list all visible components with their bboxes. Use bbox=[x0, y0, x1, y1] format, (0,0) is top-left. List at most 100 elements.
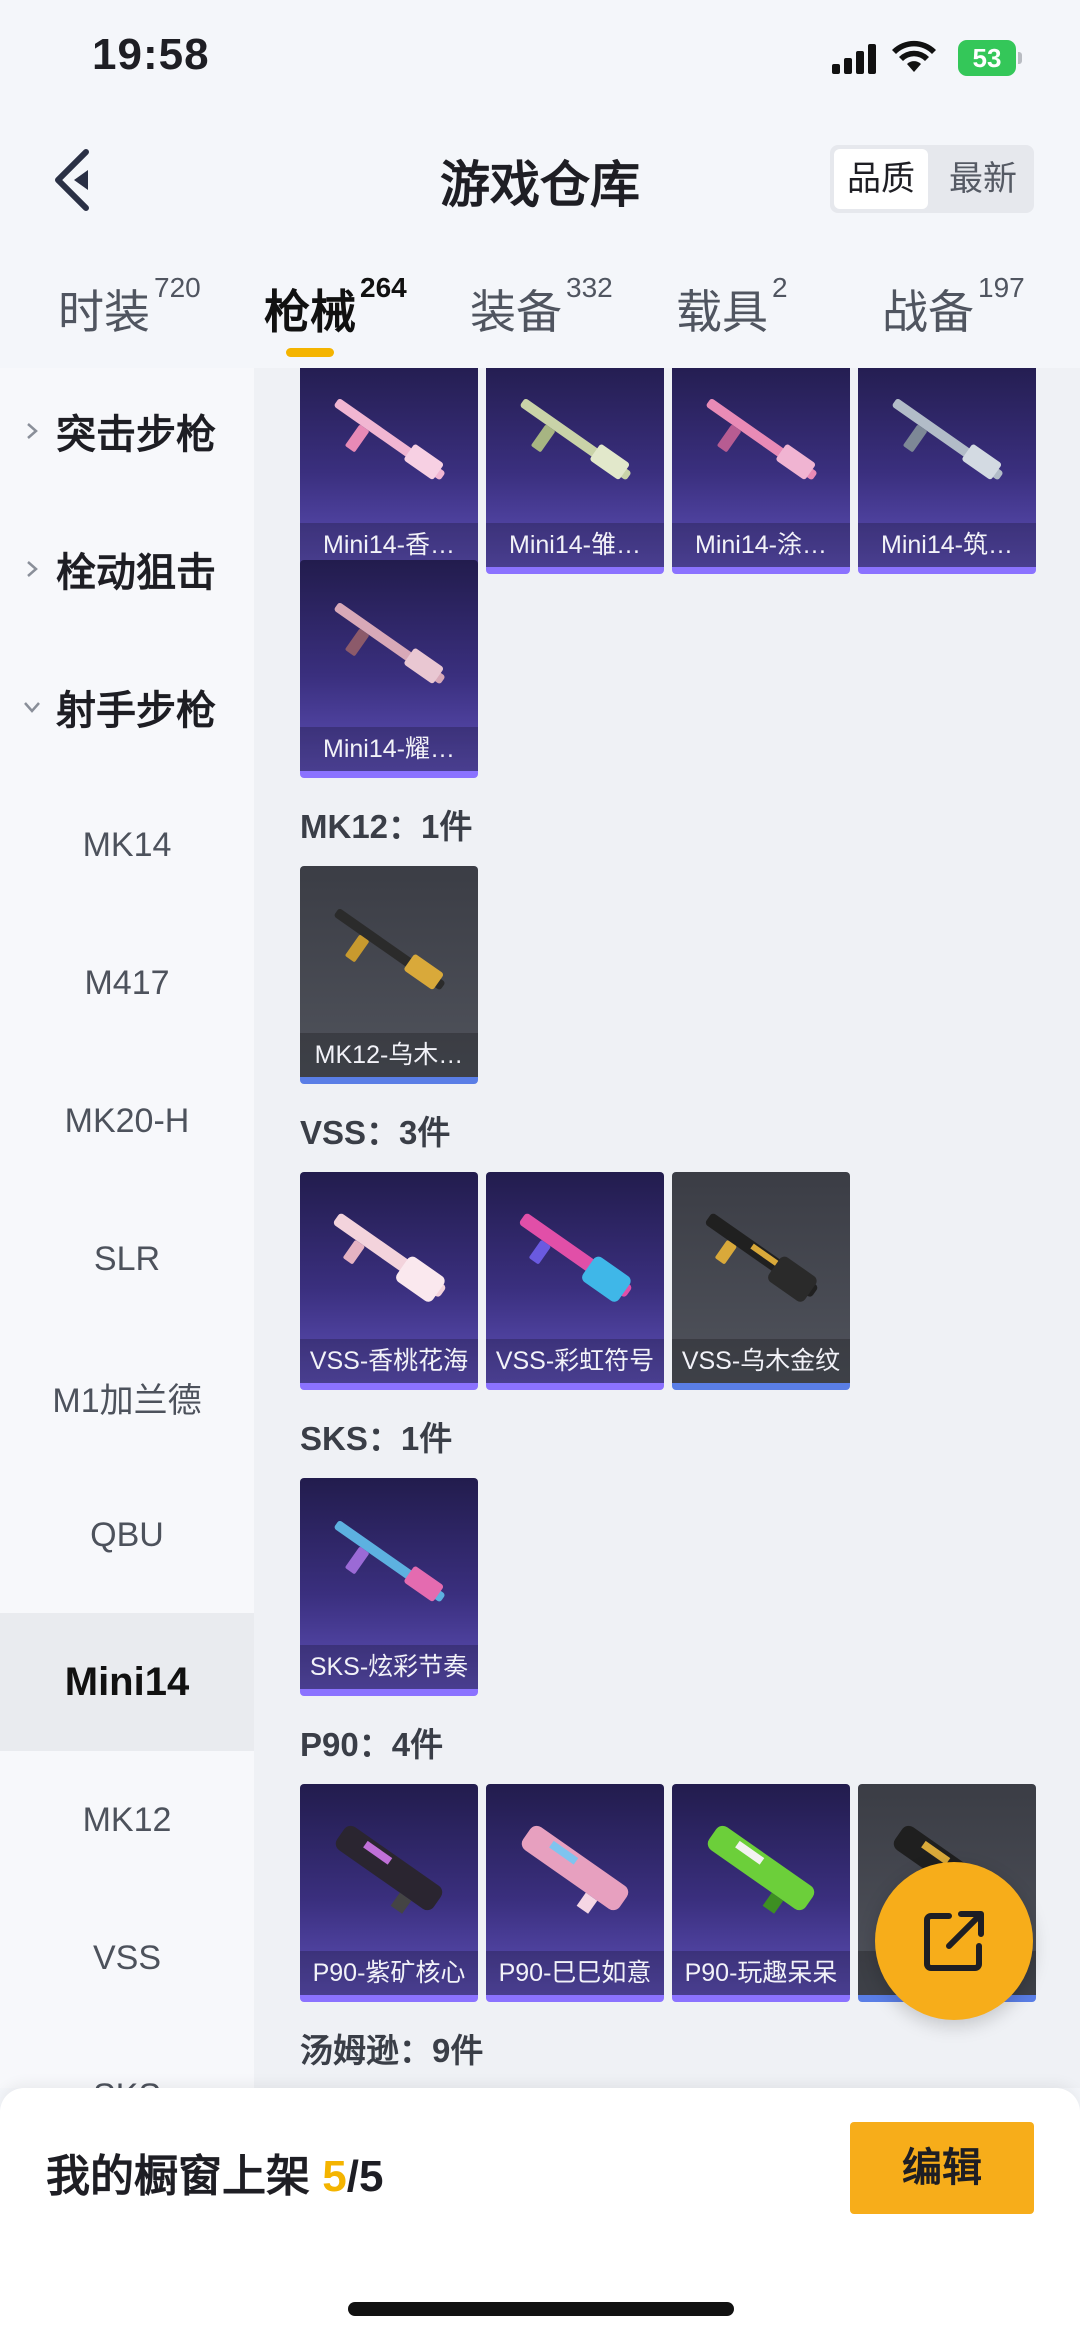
chevron-right-icon bbox=[27, 423, 38, 439]
showcase-label: 我的橱窗上架 bbox=[46, 2152, 310, 2201]
sidebar-item-mk20h[interactable]: MK20-H bbox=[0, 1052, 254, 1190]
tab-supplies[interactable]: 战备 197 bbox=[882, 272, 1025, 342]
weapon-card-name: Mini14-筑… bbox=[858, 523, 1036, 567]
tab-label: 时装 bbox=[58, 286, 150, 338]
weapon-card-name: Mini14-涂… bbox=[672, 523, 850, 567]
weapon-card-name: P90-巳巳如意 bbox=[486, 1951, 664, 1995]
tab-count: 2 bbox=[772, 272, 788, 303]
sidebar-item-m417[interactable]: M417 bbox=[0, 914, 254, 1052]
battery-tip bbox=[1018, 52, 1022, 64]
weapon-card-name: Mini14-耀… bbox=[300, 727, 478, 771]
section-label-vss: VSS：3件 bbox=[300, 1114, 451, 1151]
category-tabs: 时装 720 枪械 264 装备 332 载具 2 战备 197 bbox=[0, 268, 1080, 368]
status-bar: 19:58 53 bbox=[0, 0, 1080, 120]
weapon-card[interactable]: VSS-香桃花海 bbox=[300, 1172, 478, 1390]
weapon-card[interactable]: Mini14-耀… bbox=[300, 560, 478, 778]
sort-toggle[interactable]: 品质 最新 bbox=[830, 145, 1034, 213]
rifle-icon bbox=[334, 908, 445, 990]
weapon-card-name: Mini14-雏… bbox=[486, 523, 664, 567]
weapon-card[interactable]: Mini14-涂… bbox=[672, 368, 850, 574]
rifle-icon bbox=[335, 1825, 443, 1914]
sidebar-group-label: 突击步枪 bbox=[56, 413, 216, 457]
sort-by-quality[interactable]: 品质 bbox=[834, 149, 928, 209]
sidebar-item-mini14[interactable]: Mini14 bbox=[0, 1613, 254, 1751]
status-time: 19:58 bbox=[92, 30, 210, 79]
tab-count: 720 bbox=[154, 272, 201, 303]
weapon-card[interactable]: VSS-乌木金纹 bbox=[672, 1172, 850, 1390]
battery-level: 53 bbox=[958, 40, 1016, 76]
edit-button[interactable]: 编辑 bbox=[850, 2122, 1034, 2214]
rifle-icon bbox=[520, 398, 631, 480]
weapon-card-name: SKS-炫彩节奏 bbox=[300, 1645, 478, 1689]
share-external-icon bbox=[924, 1911, 984, 1971]
weapon-card[interactable]: P90-紫矿核心 bbox=[300, 1784, 478, 2002]
weapon-card-name: MK12-乌木… bbox=[300, 1033, 478, 1077]
weapon-card[interactable]: P90-巳巳如意 bbox=[486, 1784, 664, 2002]
share-button[interactable] bbox=[875, 1862, 1033, 2020]
weapon-card-name: VSS-彩虹符号 bbox=[486, 1339, 664, 1383]
section-label-p90: P90：4件 bbox=[300, 1726, 444, 1763]
tab-count: 332 bbox=[566, 272, 613, 303]
section-label-mk12: MK12：1件 bbox=[300, 808, 473, 845]
sidebar-item-qbu[interactable]: QBU bbox=[0, 1466, 254, 1604]
battery-icon: 53 bbox=[958, 40, 1022, 76]
sidebar-item-slr[interactable]: SLR bbox=[0, 1190, 254, 1328]
chevron-right-icon bbox=[27, 561, 38, 577]
weapon-card[interactable]: Mini14-香… bbox=[300, 368, 478, 574]
rifle-icon bbox=[705, 1213, 818, 1302]
tab-vehicles[interactable]: 载具 2 bbox=[676, 272, 788, 342]
weapon-card[interactable]: Mini14-筑… bbox=[858, 368, 1036, 574]
tab-count: 197 bbox=[978, 272, 1025, 303]
showcase-status: 我的橱窗上架 5/5 bbox=[46, 2140, 383, 2204]
weapon-card[interactable]: SKS-炫彩节奏 bbox=[300, 1478, 478, 1696]
weapon-card-name: VSS-乌木金纹 bbox=[672, 1339, 850, 1383]
tab-label: 载具 bbox=[676, 286, 768, 338]
cellular-signal-icon bbox=[832, 44, 876, 74]
weapon-card[interactable]: Mini14-雏… bbox=[486, 368, 664, 574]
sort-by-newest[interactable]: 最新 bbox=[932, 145, 1034, 213]
sidebar-group-label: 射手步枪 bbox=[56, 689, 216, 733]
tab-active-indicator bbox=[286, 348, 334, 357]
tab-guns[interactable]: 枪械 264 bbox=[264, 272, 407, 342]
weapon-skin-grid: Mini14-香… Mini14-雏… Mini14-涂… Mini14-筑… … bbox=[254, 368, 1080, 2088]
sidebar-group-assault-rifles[interactable]: 突击步枪 bbox=[0, 368, 254, 500]
weapon-card[interactable]: P90-玩趣呆呆 bbox=[672, 1784, 850, 2002]
rifle-icon bbox=[334, 1520, 445, 1602]
weapon-card-name: P90-玩趣呆呆 bbox=[672, 1951, 850, 1995]
sidebar-group-label: 栓动狙击 bbox=[56, 551, 216, 595]
rifle-icon bbox=[707, 1825, 815, 1914]
rifle-icon bbox=[892, 398, 1003, 480]
wifi-icon bbox=[892, 40, 936, 72]
tab-label: 战备 bbox=[882, 286, 974, 338]
sidebar-group-marksman-rifles[interactable]: 射手步枪 bbox=[0, 638, 254, 776]
rifle-icon bbox=[334, 398, 445, 480]
weapon-category-sidebar: 突击步枪 栓动狙击 射手步枪 MK14 M417 MK20-H SLR M1加兰… bbox=[0, 368, 254, 2088]
section-label-thompson: 汤姆逊：9件 bbox=[300, 2032, 484, 2069]
sidebar-item-mk14[interactable]: MK14 bbox=[0, 776, 254, 914]
sidebar-item-vss[interactable]: VSS bbox=[0, 1889, 254, 2027]
sidebar-group-bolt-snipers[interactable]: 栓动狙击 bbox=[0, 500, 254, 638]
tab-label: 装备 bbox=[470, 286, 562, 338]
weapon-card-name: P90-紫矿核心 bbox=[300, 1951, 478, 1995]
rifle-icon bbox=[519, 1213, 632, 1302]
showcase-bar: 我的橱窗上架 5/5 编辑 bbox=[0, 2088, 1080, 2339]
rifle-icon bbox=[333, 1213, 446, 1302]
sidebar-item-sks[interactable]: SKS bbox=[0, 2027, 254, 2089]
rifle-icon bbox=[521, 1825, 629, 1914]
rifle-icon bbox=[706, 398, 817, 480]
sidebar-item-mk12[interactable]: MK12 bbox=[0, 1751, 254, 1889]
tab-fashion[interactable]: 时装 720 bbox=[58, 272, 201, 342]
showcase-total-count: /5 bbox=[346, 2152, 384, 2201]
showcase-current-count: 5 bbox=[322, 2152, 347, 2201]
weapon-card-name: VSS-香桃花海 bbox=[300, 1339, 478, 1383]
weapon-card[interactable]: VSS-彩虹符号 bbox=[486, 1172, 664, 1390]
tab-label: 枪械 bbox=[264, 286, 356, 338]
section-label-sks: SKS：1件 bbox=[300, 1420, 453, 1457]
chevron-down-icon bbox=[24, 702, 40, 713]
rifle-icon bbox=[334, 602, 445, 684]
tab-count: 264 bbox=[360, 272, 407, 303]
tab-equipment[interactable]: 装备 332 bbox=[470, 272, 613, 342]
sidebar-item-m1-garand[interactable]: M1加兰德 bbox=[0, 1328, 254, 1466]
home-indicator bbox=[348, 2302, 734, 2316]
weapon-card[interactable]: MK12-乌木… bbox=[300, 866, 478, 1084]
